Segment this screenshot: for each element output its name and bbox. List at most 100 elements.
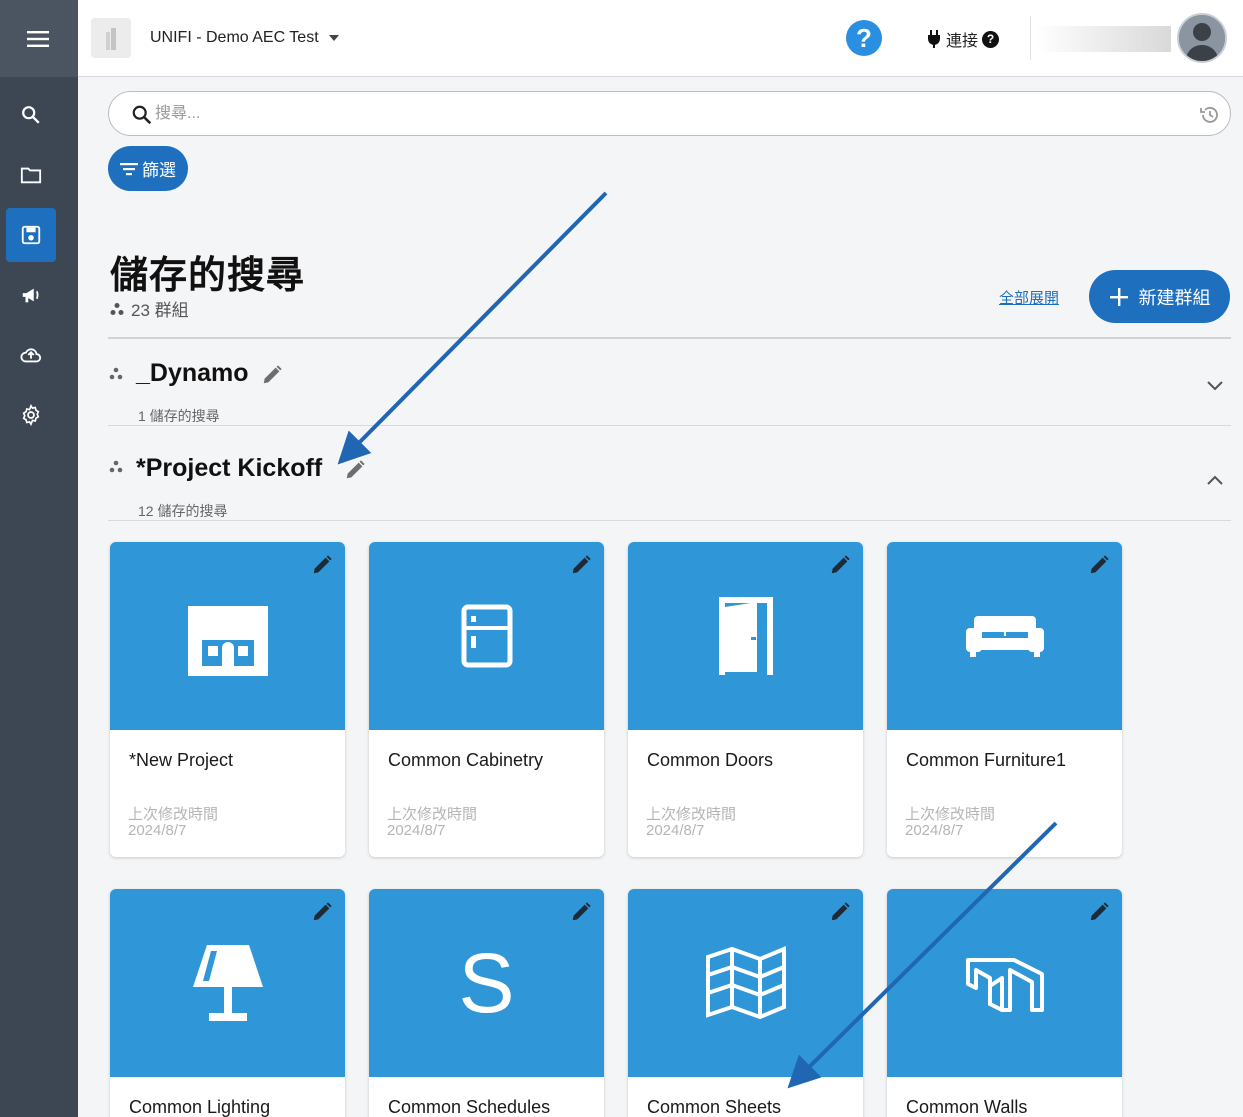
help-button[interactable]: ?	[846, 20, 882, 56]
search-input[interactable]	[155, 102, 1155, 126]
saved-search-card[interactable]: S Common Schedules	[369, 889, 604, 1117]
pencil-icon[interactable]	[1088, 554, 1110, 576]
expand-all-link[interactable]: 全部展開	[999, 287, 1059, 308]
card-modified-date: 2024/8/7	[128, 822, 187, 839]
schedule-s-icon: S	[458, 936, 515, 1030]
card-modified-label: 上次修改時間	[387, 806, 478, 823]
card-name: Common Furniture1	[906, 750, 1067, 770]
pencil-icon[interactable]	[311, 901, 333, 923]
pencil-icon[interactable]	[570, 901, 592, 923]
sidebar-item-saved-searches[interactable]	[6, 208, 56, 262]
card-name: Common Walls	[906, 1097, 1028, 1117]
card-thumbnail	[887, 542, 1122, 730]
pencil-icon[interactable]	[344, 459, 366, 481]
card-thumbnail	[887, 889, 1122, 1077]
user-silhouette-icon	[1179, 15, 1225, 61]
card-name: Common Sheets	[647, 1097, 782, 1117]
building-icon	[106, 28, 116, 50]
lamp-icon	[192, 945, 263, 1021]
group-title[interactable]: _Dynamo	[136, 359, 249, 388]
pencil-icon[interactable]	[261, 364, 283, 386]
search-bar	[108, 91, 1231, 136]
saved-search-icon	[21, 225, 41, 245]
history-icon[interactable]	[1198, 103, 1222, 127]
page-title: 儲存的搜尋	[110, 255, 306, 297]
new-group-button[interactable]: 新建群組	[1089, 270, 1230, 323]
group-subtitle: 1 儲存的搜尋	[138, 408, 220, 424]
card-name: Common Lighting	[129, 1097, 271, 1117]
saved-search-card[interactable]: Common Lighting	[110, 889, 345, 1117]
pencil-icon[interactable]	[829, 554, 851, 576]
house-icon	[187, 596, 268, 676]
filter-button[interactable]: 篩選	[108, 146, 188, 191]
sheets-map-icon	[705, 946, 786, 1020]
user-name-redacted	[1036, 26, 1171, 52]
group-title[interactable]: *Project Kickoff	[136, 454, 322, 483]
hamburger-icon	[27, 30, 49, 47]
divider	[1030, 16, 1031, 60]
project-logo	[91, 18, 131, 58]
group-count-text: 23 群組	[131, 301, 189, 320]
card-thumbnail	[110, 542, 345, 730]
folder-icon	[20, 167, 42, 184]
divider	[108, 520, 1231, 521]
saved-search-card[interactable]: Common Walls	[887, 889, 1122, 1117]
pencil-icon[interactable]	[829, 901, 851, 923]
saved-search-card[interactable]: Common Furniture1 上次修改時間 2024/8/7	[887, 542, 1122, 857]
saved-search-card[interactable]: *New Project 上次修改時間 2024/8/7	[110, 542, 345, 857]
card-thumbnail	[110, 889, 345, 1077]
card-modified-date: 2024/8/7	[387, 822, 446, 839]
card-name: Common Cabinetry	[388, 750, 544, 770]
group-count: 23 群組	[110, 296, 189, 321]
group-icon	[109, 367, 123, 380]
hamburger-menu-button[interactable]	[0, 0, 78, 77]
sidebar-item-search[interactable]	[6, 88, 56, 142]
sidebar-item-files[interactable]	[6, 148, 56, 202]
search-icon	[132, 105, 152, 125]
search-icon	[22, 106, 40, 124]
sidebar-item-settings[interactable]	[6, 388, 56, 442]
plug-icon	[928, 30, 940, 48]
sidebar	[0, 0, 78, 1117]
cloud-upload-icon	[20, 348, 42, 363]
project-name: UNIFI - Demo AEC Test	[150, 29, 319, 46]
group-icon	[110, 302, 124, 315]
megaphone-icon	[22, 288, 39, 303]
caret-down-icon	[328, 35, 339, 41]
avatar[interactable]	[1177, 13, 1227, 63]
connect-label: 連接	[946, 33, 979, 50]
card-modified-date: 2024/8/7	[646, 822, 705, 839]
saved-search-card[interactable]: Common Cabinetry 上次修改時間 2024/8/7	[369, 542, 604, 857]
pencil-icon[interactable]	[1088, 901, 1110, 923]
pencil-icon[interactable]	[311, 554, 333, 576]
card-thumbnail	[369, 542, 604, 730]
card-thumbnail: S	[369, 889, 604, 1077]
door-icon	[718, 597, 773, 675]
project-selector[interactable]: UNIFI - Demo AEC Test	[150, 29, 339, 47]
chevron-down-icon[interactable]	[1206, 378, 1224, 392]
sidebar-item-upload[interactable]	[6, 328, 56, 382]
arrow-to-project-kickoff	[337, 191, 608, 465]
sidebar-item-announcements[interactable]	[6, 268, 56, 322]
cabinet-icon	[461, 604, 512, 668]
connect-button[interactable]: 連接 ?	[926, 27, 1000, 51]
divider	[108, 337, 1231, 339]
saved-search-card[interactable]: Common Doors 上次修改時間 2024/8/7	[628, 542, 863, 857]
sofa-icon	[965, 616, 1044, 657]
card-modified-label: 上次修改時間	[128, 806, 219, 823]
gear-icon	[22, 404, 40, 426]
group-subtitle: 12 儲存的搜尋	[138, 503, 228, 519]
card-modified-label: 上次修改時間	[905, 806, 996, 823]
card-thumbnail	[628, 542, 863, 730]
pencil-icon[interactable]	[570, 554, 592, 576]
plus-icon	[1109, 287, 1128, 306]
new-group-label: 新建群組	[1138, 287, 1211, 308]
card-thumbnail	[628, 889, 863, 1077]
chevron-up-icon[interactable]	[1206, 474, 1224, 488]
card-name: *New Project	[129, 750, 234, 770]
filter-label: 篩選	[142, 161, 176, 180]
card-modified-date: 2024/8/7	[905, 822, 964, 839]
saved-search-card[interactable]: Common Sheets	[628, 889, 863, 1117]
divider	[108, 425, 1231, 426]
walls-icon	[965, 958, 1044, 1012]
